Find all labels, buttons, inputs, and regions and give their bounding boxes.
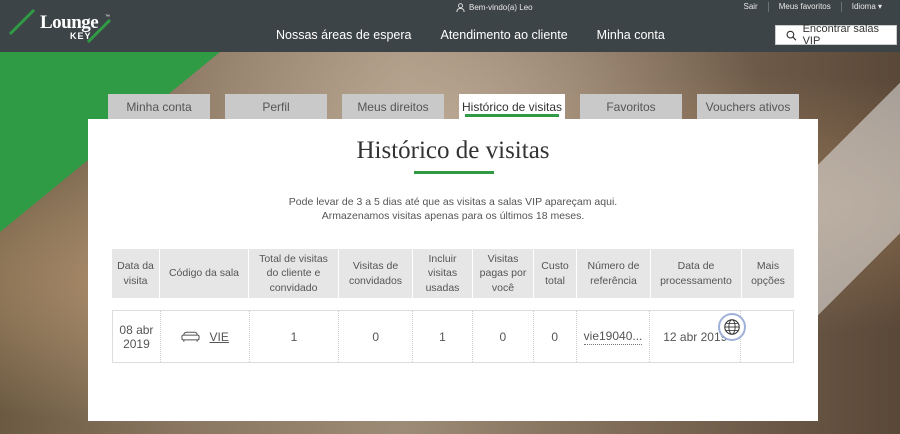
- language-dropdown[interactable]: Idioma ▾: [840, 2, 892, 12]
- site-header: Lounge ™ KEY Bem-vindo(a) Leo Sair Meus …: [0, 0, 900, 52]
- tab-my-entitlements[interactable]: Meus direitos: [342, 94, 444, 119]
- logout-link[interactable]: Sair: [733, 2, 767, 12]
- main-nav: Nossas áreas de espera Atendimento ao cl…: [276, 28, 665, 42]
- col-visit-date[interactable]: Data da visita: [112, 249, 160, 298]
- find-lounges-label: Encontrar salas VIP: [802, 23, 880, 47]
- welcome-message: Bem-vindo(a) Leo: [456, 3, 533, 12]
- logo-trademark: ™: [105, 14, 110, 20]
- cell-processing-date: 12 abr 2019: [650, 311, 745, 362]
- cell-visit-date: 08 abr 2019: [113, 311, 161, 362]
- logo-subtext: KEY: [70, 31, 92, 41]
- tab-favorites[interactable]: Favoritos: [580, 94, 682, 119]
- cell-total-visits: 1: [250, 311, 340, 362]
- col-reference-number[interactable]: Número de referência: [577, 249, 651, 298]
- col-more-options: Mais opções: [751, 260, 785, 287]
- tab-visit-history[interactable]: Histórico de visitas: [459, 94, 565, 119]
- tab-my-account[interactable]: Minha conta: [108, 94, 210, 119]
- welcome-text: Bem-vindo(a) Leo: [469, 3, 533, 12]
- lounge-code-link[interactable]: VIE: [210, 330, 229, 344]
- info-line-2: Armazenamos visitas apenas para os últim…: [321, 209, 585, 222]
- account-tabs: Minha conta Perfil Meus direitos Históri…: [108, 94, 799, 119]
- info-text: Pode levar de 3 a 5 dias até que as visi…: [88, 196, 818, 223]
- col-paid-visits[interactable]: Visitas pagas por você: [473, 249, 534, 298]
- col-total-visits[interactable]: Total de visitas do cliente e convidado: [249, 249, 339, 298]
- sofa-icon: [180, 331, 200, 342]
- find-lounges-button[interactable]: Encontrar salas VIP: [775, 23, 897, 47]
- tab-profile[interactable]: Perfil: [225, 94, 327, 119]
- content-panel: Histórico de visitas Pode levar de 3 a 5…: [88, 119, 818, 421]
- col-included-visits[interactable]: Incluir visitas usadas: [413, 249, 473, 298]
- table-row: 08 abr 2019 VIE 1 0 1 0 0 vie19040... 12…: [112, 310, 794, 363]
- nav-my-account[interactable]: Minha conta: [597, 28, 665, 42]
- col-total-cost[interactable]: Custo total: [534, 249, 577, 298]
- search-icon: [786, 30, 797, 41]
- reference-number-value[interactable]: vie19040...: [583, 329, 643, 345]
- cell-more-options[interactable]: [741, 311, 793, 362]
- col-processing-date[interactable]: Data de processamento: [651, 249, 742, 298]
- processing-date-value: 12 abr 2019: [663, 329, 728, 344]
- nav-lounges[interactable]: Nossas áreas de espera: [276, 28, 412, 42]
- info-line-1: Pode levar de 3 a 5 dias até que as visi…: [288, 196, 618, 208]
- loungekey-logo[interactable]: Lounge ™ KEY: [8, 6, 118, 46]
- tab-active-vouchers[interactable]: Vouchers ativos: [697, 94, 799, 119]
- cell-reference-number: vie19040...: [577, 311, 651, 362]
- cell-total-cost: 0: [534, 311, 577, 362]
- my-favorites-link[interactable]: Meus favoritos: [767, 2, 841, 12]
- col-guest-visits[interactable]: Visitas de convidados: [339, 249, 413, 298]
- col-lounge-code[interactable]: Código da sala: [160, 249, 249, 298]
- table-header: Data da visita Código da sala Total de v…: [112, 249, 794, 298]
- title-underline: [414, 171, 494, 174]
- cell-guest-visits: 0: [339, 311, 414, 362]
- cell-lounge-code: VIE: [161, 311, 250, 362]
- nav-customer-service[interactable]: Atendimento ao cliente: [441, 28, 568, 42]
- page-title: Histórico de visitas: [356, 137, 550, 164]
- cell-paid-visits: 0: [473, 311, 534, 362]
- user-icon: [456, 3, 465, 12]
- cell-included-visits: 1: [413, 311, 473, 362]
- top-utility-nav: Sair Meus favoritos Idioma ▾: [733, 2, 892, 12]
